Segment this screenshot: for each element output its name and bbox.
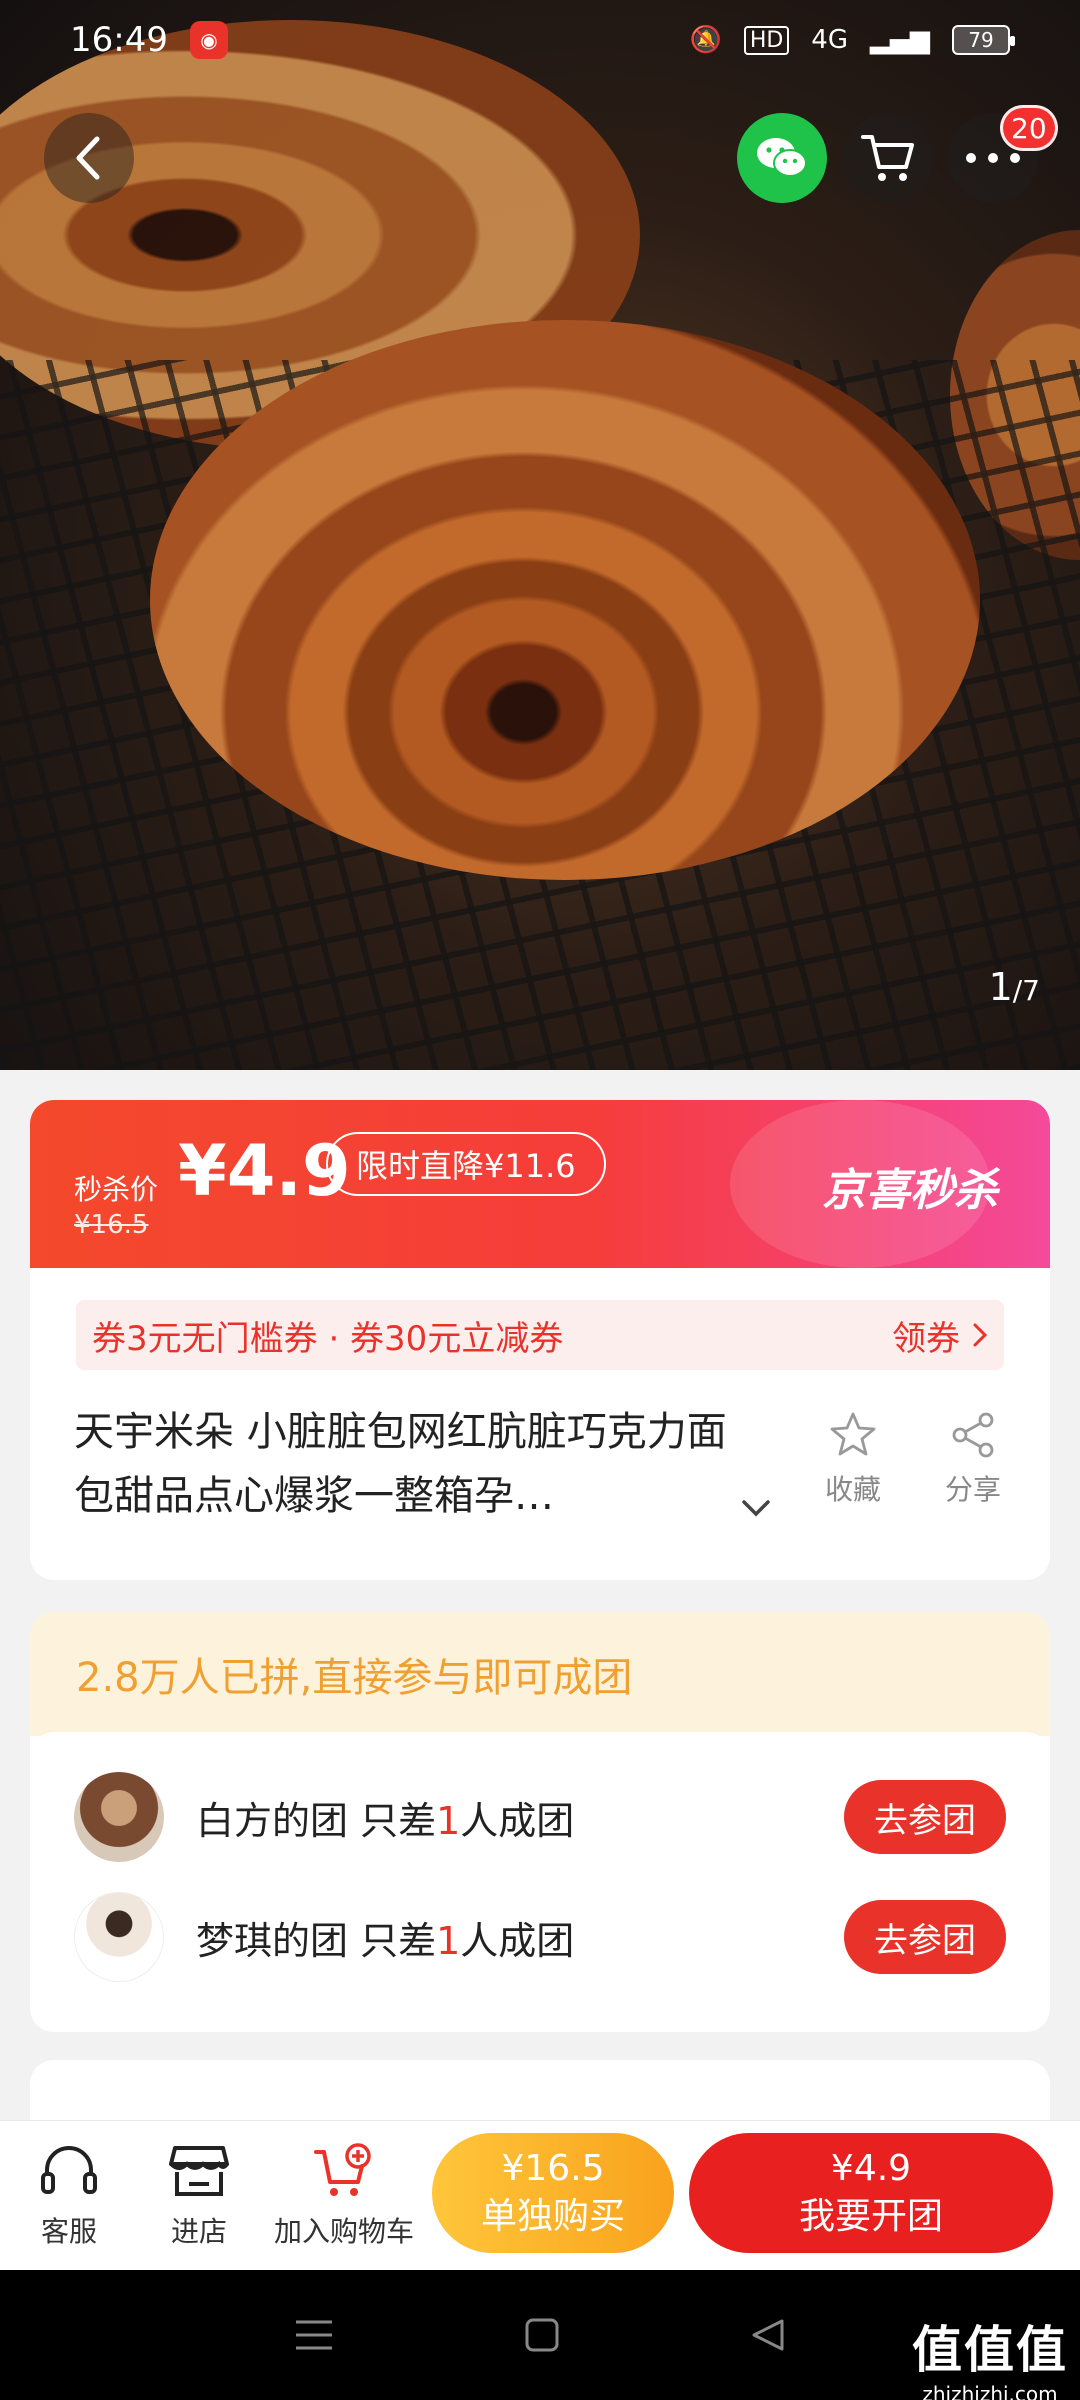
- favorite-label: 收藏: [824, 1473, 881, 1506]
- home-icon[interactable]: [524, 2317, 560, 2353]
- product-image-gallery[interactable]: 16:49 ◉ 🔕 HD 4G ▂▄▆ 79 20 1/7: [0, 0, 1080, 1070]
- flash-sale-banner: 秒杀价 ¥4.9 ¥16.5 限时直降¥11.6 京喜秒杀: [30, 1100, 1050, 1268]
- group-buy-summary: 2.8万人已拼,直接参与即可成团: [76, 1655, 633, 1701]
- signal-icon: ▂▄▆: [870, 25, 930, 55]
- product-info-card: 秒杀价 ¥4.9 ¥16.5 限时直降¥11.6 京喜秒杀 券3元无门槛券 · …: [30, 1100, 1050, 1580]
- group-buy-card: 2.8万人已拼,直接参与即可成团 白方的团 只差1人成团 去参团 梦琪的团 只差…: [30, 1612, 1050, 2032]
- watermark-url: zhizhizhi.com: [922, 2382, 1058, 2400]
- start-group-button[interactable]: ¥4.9 我要开团: [689, 2133, 1053, 2253]
- cart-button[interactable]: [843, 113, 933, 203]
- flash-price-label: 秒杀价: [74, 1173, 159, 1206]
- headset-icon: [41, 2145, 97, 2194]
- back-nav-icon[interactable]: [750, 2317, 786, 2353]
- group-suffix: 人成团: [460, 1798, 575, 1843]
- watermark: 值值值 zhizhizhi.com: [912, 2310, 1068, 2400]
- battery-icon: 79: [952, 25, 1015, 55]
- group-row: 白方的团 只差1人成团 去参团: [30, 1762, 1050, 1872]
- app-notification-icon: ◉: [189, 21, 228, 59]
- watermark-logo: 值值值: [912, 2321, 1068, 2379]
- solo-price: ¥16.5: [501, 2148, 605, 2189]
- network-indicator: 4G: [811, 25, 848, 55]
- group-buy-header: 2.8万人已拼,直接参与即可成团: [30, 1612, 1050, 1736]
- group-missing-count: 1: [436, 1798, 461, 1843]
- status-time: 16:49: [70, 20, 168, 60]
- group-label: 我要开团: [798, 2196, 943, 2237]
- image-counter: 1/7: [989, 965, 1040, 1009]
- add-cart-icon: [314, 2142, 371, 2196]
- group-suffix: 人成团: [460, 1918, 575, 1963]
- cart-icon: [861, 135, 914, 181]
- group-row-text: 白方的团 只差1人成团: [196, 1790, 574, 1845]
- original-price: ¥16.5: [74, 1210, 149, 1240]
- favorite-button[interactable]: 收藏: [808, 1410, 898, 1508]
- join-group-button[interactable]: 去参团: [844, 1780, 1006, 1854]
- star-icon: [830, 1412, 876, 1456]
- hd-indicator: HD: [743, 25, 790, 55]
- join-group-button[interactable]: 去参团: [844, 1900, 1006, 1974]
- get-coupon-label: 领券: [892, 1318, 960, 1359]
- chevron-right-icon: [973, 1323, 988, 1347]
- store-button[interactable]: 进店: [134, 2142, 264, 2250]
- battery-level: 79: [968, 28, 994, 52]
- coupon-text: 券3元无门槛券 · 券30元立减券: [92, 1318, 564, 1359]
- add-to-cart-label: 加入购物车: [273, 2214, 414, 2248]
- flash-sale-brand: 京喜秒杀: [822, 1165, 998, 1216]
- group-row: 梦琪的团 只差1人成团 去参团: [30, 1882, 1050, 1992]
- menu-icon[interactable]: [294, 2318, 334, 2352]
- group-owner: 梦琪的团 只差: [196, 1918, 437, 1963]
- coupon-bar[interactable]: 券3元无门槛券 · 券30元立减券 领券: [76, 1300, 1004, 1370]
- price-drop-tag: 限时直降¥11.6: [326, 1132, 606, 1196]
- group-row-text: 梦琪的团 只差1人成团: [196, 1910, 574, 1965]
- group-price: ¥4.9: [830, 2148, 912, 2189]
- product-title: 天宇米朵 小脏脏包网红肮脏巧克力面包甜品点心爆浆一整箱孕…: [74, 1409, 727, 1519]
- wechat-share-button[interactable]: [737, 113, 827, 203]
- group-missing-count: 1: [436, 1918, 461, 1963]
- buy-alone-button[interactable]: ¥16.5 单独购买: [432, 2133, 674, 2253]
- share-label: 分享: [944, 1473, 1001, 1506]
- group-owner: 白方的团 只差: [196, 1798, 437, 1843]
- status-bar: 16:49 ◉ 🔕 HD 4G ▂▄▆ 79: [0, 0, 1080, 80]
- customer-service-button[interactable]: 客服: [4, 2142, 134, 2250]
- back-button[interactable]: [44, 113, 134, 203]
- flash-price: ¥4.9: [178, 1130, 351, 1212]
- cart-count-badge: 20: [1000, 105, 1058, 151]
- back-icon: [76, 136, 100, 180]
- image-counter-total: /7: [1012, 974, 1040, 1007]
- group-list: 白方的团 只差1人成团 去参团 梦琪的团 只差1人成团 去参团: [30, 1732, 1050, 2032]
- more-icon: [966, 153, 1020, 163]
- store-label: 进店: [170, 2214, 227, 2248]
- store-icon: [169, 2145, 229, 2196]
- mute-icon: 🔕: [689, 25, 722, 55]
- share-icon: [952, 1412, 994, 1458]
- avatar: [74, 1772, 164, 1862]
- share-button[interactable]: 分享: [928, 1410, 1018, 1508]
- get-coupon-link[interactable]: 领券: [892, 1311, 988, 1360]
- image-counter-current: 1: [988, 965, 1013, 1009]
- customer-service-label: 客服: [40, 2214, 97, 2248]
- add-to-cart-button[interactable]: 加入购物车: [264, 2142, 424, 2250]
- avatar: [74, 1892, 164, 1982]
- chevron-down-icon[interactable]: [736, 1488, 776, 1528]
- solo-label: 单独购买: [480, 2196, 625, 2237]
- product-photo-main-bread: [150, 320, 980, 880]
- wechat-icon: [757, 138, 807, 177]
